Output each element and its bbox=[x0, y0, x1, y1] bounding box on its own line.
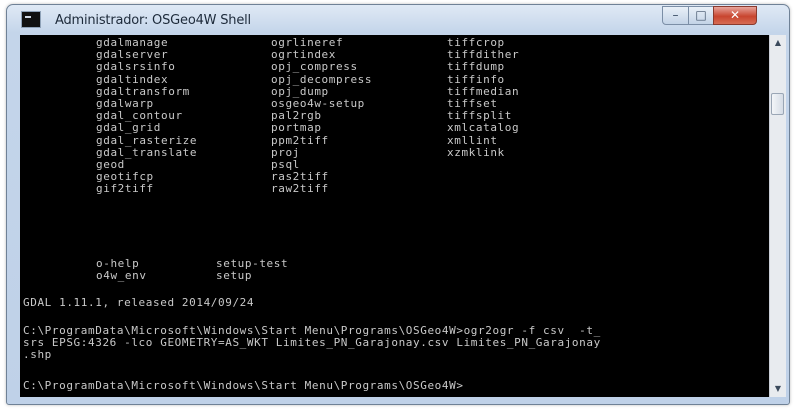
console-output[interactable]: gdalmanage ogrlineref tiffcrop gdalserver og… bbox=[20, 35, 769, 397]
maximize-button[interactable]: □ bbox=[688, 6, 714, 25]
command-name: proj bbox=[271, 145, 300, 159]
window-title: Administrador: OSGeo4W Shell bbox=[55, 13, 251, 28]
command-name: tiffdither bbox=[447, 48, 520, 62]
title-bar[interactable]: Administrador: OSGeo4W Shell – □ ✕ bbox=[7, 5, 789, 35]
command-name: opj_dump bbox=[271, 84, 329, 98]
command-name: psql bbox=[271, 158, 300, 171]
command-name: tiffdump bbox=[447, 60, 505, 74]
command-history-line: C:\ProgramData\Microsoft\Windows\Start M… bbox=[23, 324, 601, 337]
shell-window: Administrador: OSGeo4W Shell – □ ✕ gdalm… bbox=[6, 4, 790, 405]
vertical-scrollbar[interactable]: ▲ ▼ bbox=[769, 35, 786, 397]
command-name: setup bbox=[216, 269, 253, 283]
command-name: o-help bbox=[96, 257, 140, 270]
command-name: pal2rgb bbox=[271, 109, 322, 123]
command-name: gdalwarp bbox=[96, 97, 154, 110]
command-name: xzmklink bbox=[447, 145, 505, 159]
command-name: gdaltindex bbox=[96, 72, 169, 86]
command-name: tiffmedian bbox=[447, 84, 520, 98]
command-name: setup-test bbox=[216, 257, 289, 270]
command-name: ras2tiff bbox=[271, 170, 329, 184]
command-name: gdal_contour bbox=[96, 109, 183, 123]
scroll-thumb[interactable] bbox=[771, 93, 784, 115]
command-name: portmap bbox=[271, 121, 322, 135]
command-name: opj_decompress bbox=[271, 72, 373, 86]
command-name: tiffsplit bbox=[447, 109, 513, 123]
command-name: gdal_translate bbox=[96, 145, 198, 159]
command-name: tiffinfo bbox=[447, 72, 505, 86]
command-name: o4w_env bbox=[96, 269, 147, 283]
command-name: gif2tiff bbox=[96, 182, 154, 196]
command-name: gdalmanage bbox=[96, 36, 169, 49]
command-name: gdal_grid bbox=[96, 121, 162, 135]
scroll-down-arrow-icon[interactable]: ▼ bbox=[770, 381, 786, 397]
minimize-button[interactable]: – bbox=[662, 6, 689, 25]
command-name: geod bbox=[96, 158, 125, 171]
command-name: xmllint bbox=[447, 133, 498, 147]
command-name: gdalserver bbox=[96, 48, 169, 62]
command-name: osgeo4w-setup bbox=[271, 97, 365, 110]
command-history-line: .shp bbox=[23, 348, 52, 362]
console-app-icon bbox=[21, 11, 41, 28]
command-name: geotifcp bbox=[96, 170, 154, 184]
command-name: tiffset bbox=[447, 97, 498, 110]
command-name: ogrtindex bbox=[271, 48, 337, 62]
command-name: ogrlineref bbox=[271, 36, 344, 49]
scroll-up-arrow-icon[interactable]: ▲ bbox=[770, 35, 786, 51]
gdal-version-text: GDAL 1.11.1, released 2014/09/24 bbox=[23, 296, 255, 309]
command-name: gdaltransform bbox=[96, 84, 190, 98]
command-name: gdalsrsinfo bbox=[96, 60, 176, 74]
current-prompt: C:\ProgramData\Microsoft\Windows\Start M… bbox=[23, 379, 464, 392]
command-history-line: srs EPSG:4326 -lco GEOMETRY=AS_WKT Limit… bbox=[23, 336, 601, 350]
command-name: opj_compress bbox=[271, 60, 358, 74]
close-button[interactable]: ✕ bbox=[713, 6, 757, 25]
command-name: xmlcatalog bbox=[447, 121, 520, 135]
command-name: raw2tiff bbox=[271, 182, 329, 196]
command-name: tiffcrop bbox=[447, 36, 505, 49]
command-name: ppm2tiff bbox=[271, 133, 329, 147]
command-name: gdal_rasterize bbox=[96, 133, 198, 147]
